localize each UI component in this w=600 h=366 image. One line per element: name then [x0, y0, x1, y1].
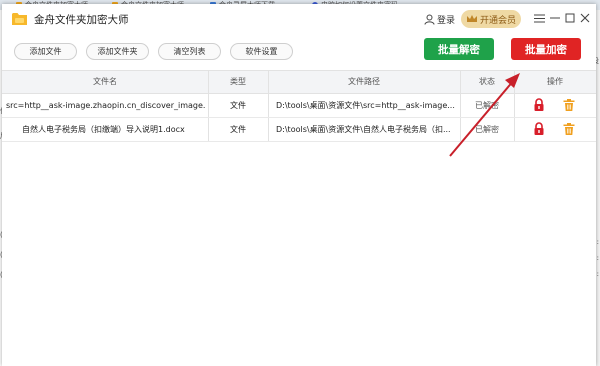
table-header: 文件名 类型 文件路径 状态 操作: [2, 70, 596, 94]
minimize-icon: [550, 17, 560, 19]
file-name: 自然人电子税务局（扣缴端）导入说明1.docx: [22, 125, 185, 134]
batch-decrypt-button[interactable]: 批量解密: [424, 38, 494, 60]
table-row[interactable]: 自然人电子税务局（扣缴端）导入说明1.docx 文件 D:\tools\桌面\资…: [2, 118, 596, 142]
clear-list-button[interactable]: 清空列表: [158, 43, 221, 60]
add-file-button[interactable]: 添加文件: [14, 43, 77, 60]
close-icon: [580, 13, 590, 23]
column-header-status[interactable]: 状态: [460, 71, 514, 93]
column-header-type[interactable]: 类型: [208, 71, 268, 93]
lock-icon[interactable]: [532, 98, 546, 112]
file-path: D:\tools\桌面\资源文件\src=http__ask-image...: [276, 101, 455, 110]
minimize-button[interactable]: [548, 11, 562, 25]
status-badge: 已解密: [475, 125, 499, 134]
settings-button[interactable]: 软件设置: [230, 43, 293, 60]
menu-icon: [533, 14, 545, 22]
app-title: 金舟文件夹加密大师: [34, 14, 129, 26]
user-icon: [424, 14, 435, 25]
app-folder-icon: [12, 13, 27, 25]
vip-label: 开通会员: [479, 15, 516, 26]
trash-icon[interactable]: [562, 98, 576, 112]
maximize-icon: [565, 13, 575, 23]
lock-icon[interactable]: [532, 122, 546, 136]
status-badge: 已解密: [475, 101, 499, 110]
batch-encrypt-button[interactable]: 批量加密: [511, 38, 581, 60]
title-bar[interactable]: 金舟文件夹加密大师 登录 开通会员: [2, 4, 596, 34]
vip-button[interactable]: 开通会员: [461, 10, 521, 28]
file-path: D:\tools\桌面\资源文件\自然人电子税务局（扣...: [276, 125, 451, 134]
close-button[interactable]: [578, 11, 592, 25]
trash-icon[interactable]: [562, 122, 576, 136]
table-row[interactable]: src=http__ask-image.zhaopin.cn_discover_…: [2, 94, 596, 118]
file-type: 文件: [230, 125, 246, 134]
add-folder-button[interactable]: 添加文件夹: [86, 43, 149, 60]
menu-button[interactable]: [532, 11, 546, 25]
login-label: 登录: [437, 15, 456, 26]
column-header-path[interactable]: 文件路径: [268, 71, 460, 93]
toolbar: 添加文件 添加文件夹 清空列表 软件设置 批量解密 批量加密: [2, 36, 596, 68]
column-header-name[interactable]: 文件名: [2, 71, 208, 93]
file-type: 文件: [230, 101, 246, 110]
login-button[interactable]: 登录: [424, 12, 455, 26]
file-name: src=http__ask-image.zhaopin.cn_discover_…: [6, 101, 206, 110]
app-window: 金舟文件夹加密大师 登录 开通会员 添加文件 添加文件夹 清空列表 软件设置 批…: [2, 4, 596, 366]
maximize-button[interactable]: [563, 11, 577, 25]
crown-icon: [466, 15, 477, 22]
column-header-ops: 操作: [547, 77, 563, 86]
